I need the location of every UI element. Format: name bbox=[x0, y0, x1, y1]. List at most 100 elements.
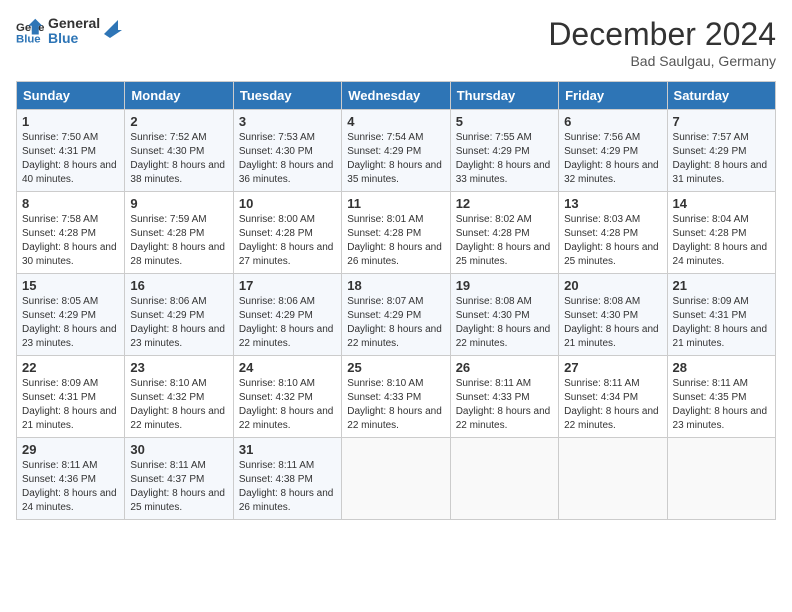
calendar-cell: 1 Sunrise: 7:50 AMSunset: 4:31 PMDayligh… bbox=[17, 110, 125, 192]
day-detail: Sunrise: 8:08 AMSunset: 4:30 PMDaylight:… bbox=[456, 295, 553, 351]
day-detail: Sunrise: 7:59 AMSunset: 4:28 PMDaylight:… bbox=[130, 213, 227, 269]
day-number: 6 bbox=[564, 114, 661, 129]
day-detail: Sunrise: 8:09 AMSunset: 4:31 PMDaylight:… bbox=[22, 377, 119, 433]
day-detail: Sunrise: 8:06 AMSunset: 4:29 PMDaylight:… bbox=[130, 295, 227, 351]
day-number: 28 bbox=[673, 360, 770, 375]
day-number: 17 bbox=[239, 278, 336, 293]
title-block: December 2024 Bad Saulgau, Germany bbox=[548, 16, 776, 69]
day-detail: Sunrise: 8:09 AMSunset: 4:31 PMDaylight:… bbox=[673, 295, 770, 351]
day-detail: Sunrise: 7:52 AMSunset: 4:30 PMDaylight:… bbox=[130, 131, 227, 187]
calendar-cell: 21 Sunrise: 8:09 AMSunset: 4:31 PMDaylig… bbox=[667, 274, 775, 356]
calendar-cell: 22 Sunrise: 8:09 AMSunset: 4:31 PMDaylig… bbox=[17, 356, 125, 438]
logo-arrow-icon bbox=[100, 16, 122, 38]
calendar-cell: 19 Sunrise: 8:08 AMSunset: 4:30 PMDaylig… bbox=[450, 274, 558, 356]
location-subtitle: Bad Saulgau, Germany bbox=[548, 53, 776, 69]
calendar-cell: 8 Sunrise: 7:58 AMSunset: 4:28 PMDayligh… bbox=[17, 192, 125, 274]
day-detail: Sunrise: 8:10 AMSunset: 4:32 PMDaylight:… bbox=[239, 377, 336, 433]
weekday-header-saturday: Saturday bbox=[667, 82, 775, 110]
week-row-5: 29 Sunrise: 8:11 AMSunset: 4:36 PMDaylig… bbox=[17, 438, 776, 520]
week-row-4: 22 Sunrise: 8:09 AMSunset: 4:31 PMDaylig… bbox=[17, 356, 776, 438]
day-number: 14 bbox=[673, 196, 770, 211]
day-number: 7 bbox=[673, 114, 770, 129]
calendar-cell: 31 Sunrise: 8:11 AMSunset: 4:38 PMDaylig… bbox=[233, 438, 341, 520]
day-number: 27 bbox=[564, 360, 661, 375]
day-number: 18 bbox=[347, 278, 444, 293]
day-number: 12 bbox=[456, 196, 553, 211]
weekday-header-friday: Friday bbox=[559, 82, 667, 110]
weekday-header-sunday: Sunday bbox=[17, 82, 125, 110]
calendar-cell: 24 Sunrise: 8:10 AMSunset: 4:32 PMDaylig… bbox=[233, 356, 341, 438]
calendar-cell: 29 Sunrise: 8:11 AMSunset: 4:36 PMDaylig… bbox=[17, 438, 125, 520]
day-detail: Sunrise: 8:10 AMSunset: 4:33 PMDaylight:… bbox=[347, 377, 444, 433]
calendar-cell: 10 Sunrise: 8:00 AMSunset: 4:28 PMDaylig… bbox=[233, 192, 341, 274]
weekday-header-wednesday: Wednesday bbox=[342, 82, 450, 110]
weekday-header-thursday: Thursday bbox=[450, 82, 558, 110]
calendar-cell: 20 Sunrise: 8:08 AMSunset: 4:30 PMDaylig… bbox=[559, 274, 667, 356]
calendar-cell: 15 Sunrise: 8:05 AMSunset: 4:29 PMDaylig… bbox=[17, 274, 125, 356]
day-number: 10 bbox=[239, 196, 336, 211]
week-row-2: 8 Sunrise: 7:58 AMSunset: 4:28 PMDayligh… bbox=[17, 192, 776, 274]
day-detail: Sunrise: 8:11 AMSunset: 4:35 PMDaylight:… bbox=[673, 377, 770, 433]
day-detail: Sunrise: 8:03 AMSunset: 4:28 PMDaylight:… bbox=[564, 213, 661, 269]
logo-general: General bbox=[48, 16, 100, 31]
day-detail: Sunrise: 8:02 AMSunset: 4:28 PMDaylight:… bbox=[456, 213, 553, 269]
calendar-cell: 26 Sunrise: 8:11 AMSunset: 4:33 PMDaylig… bbox=[450, 356, 558, 438]
day-detail: Sunrise: 8:11 AMSunset: 4:36 PMDaylight:… bbox=[22, 459, 119, 515]
month-title: December 2024 bbox=[548, 16, 776, 53]
day-detail: Sunrise: 7:57 AMSunset: 4:29 PMDaylight:… bbox=[673, 131, 770, 187]
day-number: 22 bbox=[22, 360, 119, 375]
svg-text:Blue: Blue bbox=[16, 34, 41, 46]
calendar-cell: 6 Sunrise: 7:56 AMSunset: 4:29 PMDayligh… bbox=[559, 110, 667, 192]
logo: General Blue General Blue bbox=[16, 16, 122, 47]
day-detail: Sunrise: 8:11 AMSunset: 4:34 PMDaylight:… bbox=[564, 377, 661, 433]
calendar-cell: 16 Sunrise: 8:06 AMSunset: 4:29 PMDaylig… bbox=[125, 274, 233, 356]
calendar-cell: 23 Sunrise: 8:10 AMSunset: 4:32 PMDaylig… bbox=[125, 356, 233, 438]
day-number: 2 bbox=[130, 114, 227, 129]
day-number: 3 bbox=[239, 114, 336, 129]
calendar-cell: 25 Sunrise: 8:10 AMSunset: 4:33 PMDaylig… bbox=[342, 356, 450, 438]
calendar-cell: 13 Sunrise: 8:03 AMSunset: 4:28 PMDaylig… bbox=[559, 192, 667, 274]
logo-icon: General Blue bbox=[16, 17, 44, 45]
calendar-cell bbox=[667, 438, 775, 520]
calendar-cell: 18 Sunrise: 8:07 AMSunset: 4:29 PMDaylig… bbox=[342, 274, 450, 356]
calendar-cell: 28 Sunrise: 8:11 AMSunset: 4:35 PMDaylig… bbox=[667, 356, 775, 438]
calendar-cell: 30 Sunrise: 8:11 AMSunset: 4:37 PMDaylig… bbox=[125, 438, 233, 520]
day-number: 16 bbox=[130, 278, 227, 293]
day-number: 26 bbox=[456, 360, 553, 375]
calendar-cell bbox=[342, 438, 450, 520]
day-detail: Sunrise: 7:54 AMSunset: 4:29 PMDaylight:… bbox=[347, 131, 444, 187]
calendar-cell: 9 Sunrise: 7:59 AMSunset: 4:28 PMDayligh… bbox=[125, 192, 233, 274]
weekday-header-tuesday: Tuesday bbox=[233, 82, 341, 110]
logo-blue: Blue bbox=[48, 31, 100, 46]
day-number: 31 bbox=[239, 442, 336, 457]
day-detail: Sunrise: 8:11 AMSunset: 4:33 PMDaylight:… bbox=[456, 377, 553, 433]
day-detail: Sunrise: 8:08 AMSunset: 4:30 PMDaylight:… bbox=[564, 295, 661, 351]
day-detail: Sunrise: 7:56 AMSunset: 4:29 PMDaylight:… bbox=[564, 131, 661, 187]
day-number: 9 bbox=[130, 196, 227, 211]
day-number: 8 bbox=[22, 196, 119, 211]
day-number: 23 bbox=[130, 360, 227, 375]
day-detail: Sunrise: 8:04 AMSunset: 4:28 PMDaylight:… bbox=[673, 213, 770, 269]
calendar-cell bbox=[450, 438, 558, 520]
day-number: 25 bbox=[347, 360, 444, 375]
day-detail: Sunrise: 8:00 AMSunset: 4:28 PMDaylight:… bbox=[239, 213, 336, 269]
calendar-cell: 14 Sunrise: 8:04 AMSunset: 4:28 PMDaylig… bbox=[667, 192, 775, 274]
calendar-cell: 12 Sunrise: 8:02 AMSunset: 4:28 PMDaylig… bbox=[450, 192, 558, 274]
day-number: 24 bbox=[239, 360, 336, 375]
day-number: 5 bbox=[456, 114, 553, 129]
weekday-header-monday: Monday bbox=[125, 82, 233, 110]
day-number: 11 bbox=[347, 196, 444, 211]
day-number: 4 bbox=[347, 114, 444, 129]
calendar-cell: 4 Sunrise: 7:54 AMSunset: 4:29 PMDayligh… bbox=[342, 110, 450, 192]
day-number: 15 bbox=[22, 278, 119, 293]
calendar-cell: 27 Sunrise: 8:11 AMSunset: 4:34 PMDaylig… bbox=[559, 356, 667, 438]
calendar-cell: 5 Sunrise: 7:55 AMSunset: 4:29 PMDayligh… bbox=[450, 110, 558, 192]
day-number: 20 bbox=[564, 278, 661, 293]
calendar-cell: 17 Sunrise: 8:06 AMSunset: 4:29 PMDaylig… bbox=[233, 274, 341, 356]
day-detail: Sunrise: 8:11 AMSunset: 4:37 PMDaylight:… bbox=[130, 459, 227, 515]
week-row-3: 15 Sunrise: 8:05 AMSunset: 4:29 PMDaylig… bbox=[17, 274, 776, 356]
calendar-cell: 7 Sunrise: 7:57 AMSunset: 4:29 PMDayligh… bbox=[667, 110, 775, 192]
day-detail: Sunrise: 7:53 AMSunset: 4:30 PMDaylight:… bbox=[239, 131, 336, 187]
page-header: General Blue General Blue December 2024 … bbox=[16, 16, 776, 69]
calendar-cell bbox=[559, 438, 667, 520]
